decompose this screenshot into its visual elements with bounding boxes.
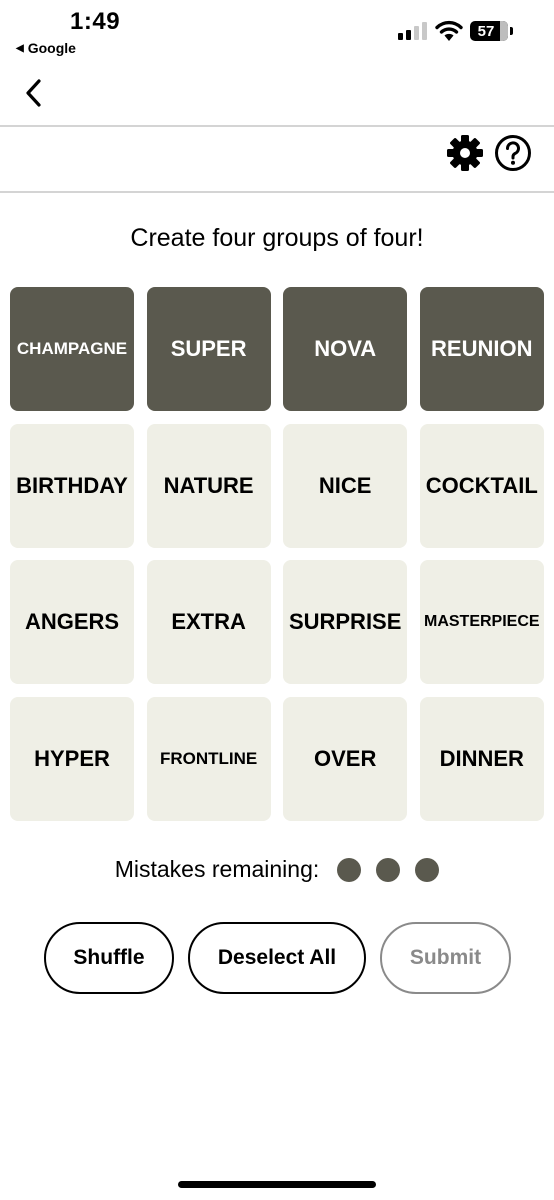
mistakes-label: Mistakes remaining: — [114, 856, 320, 882]
word-tile[interactable]: NICE — [283, 423, 408, 548]
mistake-dot — [376, 857, 401, 882]
word-tile[interactable]: ANGERS — [10, 560, 134, 684]
return-to-app-link[interactable]: ◀ Google — [16, 40, 76, 56]
status-time: 1:49 — [70, 8, 121, 35]
instructions-text: Create four groups of four! — [130, 224, 424, 252]
word-tile[interactable]: OVER — [283, 696, 408, 821]
word-tile[interactable]: REUNION — [419, 287, 544, 411]
word-tile[interactable]: CHAMPAGNE — [10, 287, 134, 411]
shuffle-button[interactable]: Shuffle — [44, 922, 174, 994]
mistake-dot — [337, 857, 362, 882]
mistake-dot — [415, 857, 440, 882]
back-triangle-icon: ◀ — [16, 42, 24, 54]
home-indicator — [178, 1181, 376, 1188]
word-tile[interactable]: NATURE — [146, 423, 271, 548]
word-tile[interactable]: MASTERPIECE — [419, 560, 544, 684]
word-grid: CHAMPAGNE SUPER NOVA REUNION BIRTHDAY NATURE N… — [10, 287, 544, 821]
help-icon[interactable] — [494, 134, 532, 172]
toolbar-divider — [0, 191, 554, 193]
word-tile[interactable]: EXTRA — [146, 560, 271, 684]
word-tile[interactable]: FRONTLINE — [146, 696, 271, 821]
back-chevron-icon[interactable] — [20, 76, 48, 110]
word-tile[interactable]: DINNER — [419, 696, 544, 821]
word-tile[interactable]: BIRTHDAY — [10, 423, 134, 548]
word-tile[interactable]: HYPER — [10, 696, 134, 821]
battery-level: 57 — [477, 22, 495, 40]
word-tile[interactable]: NOVA — [283, 287, 408, 411]
mistake-dots — [337, 857, 440, 882]
submit-button[interactable]: Submit — [380, 922, 511, 994]
cellular-signal-icon — [398, 22, 427, 40]
word-tile[interactable]: SUPER — [146, 287, 271, 411]
gear-icon[interactable] — [446, 134, 484, 172]
mistakes-indicator: Mistakes remaining: — [0, 856, 554, 883]
wifi-icon — [435, 20, 463, 41]
word-tile[interactable]: COCKTAIL — [419, 423, 544, 548]
deselect-all-button[interactable]: Deselect All — [188, 922, 366, 994]
return-app-label: Google — [27, 40, 76, 56]
word-tile[interactable]: SURPRISE — [283, 560, 408, 684]
battery-icon: 57 — [470, 21, 513, 41]
header-divider — [0, 125, 554, 127]
